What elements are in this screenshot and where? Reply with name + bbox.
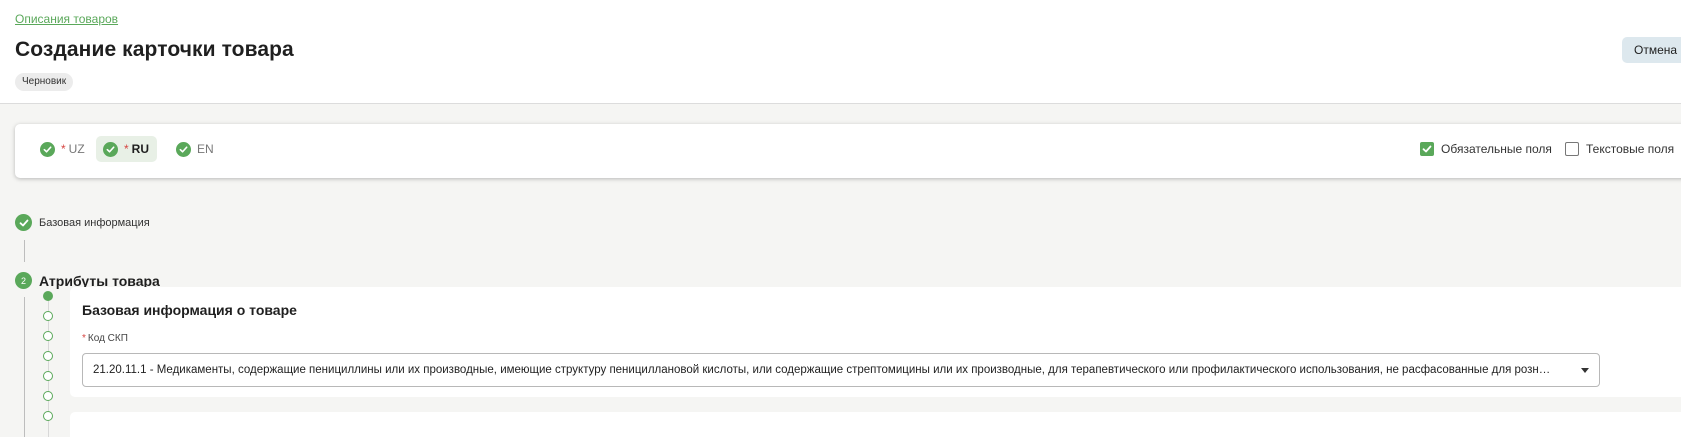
step-number: 2 xyxy=(15,272,32,289)
required-marker: * xyxy=(82,333,86,344)
step-label: Базовая информация xyxy=(39,216,150,229)
checkbox-checked-icon[interactable] xyxy=(1420,142,1434,156)
substep-dot[interactable] xyxy=(43,311,53,321)
step-basic-info[interactable]: Базовая информация xyxy=(15,214,150,231)
section-title: Базовая информация о товаре xyxy=(82,302,297,318)
substep-dot[interactable] xyxy=(43,391,53,401)
section-basic-product-info: Базовая информация о товаре * Код СКП 21.… xyxy=(70,287,1681,397)
tab-lang-en[interactable]: EN xyxy=(169,136,222,162)
field-label: * Код СКП xyxy=(82,333,128,344)
cancel-button[interactable]: Отмена xyxy=(1622,37,1681,63)
breadcrumb-link[interactable]: Описания товаров xyxy=(15,12,118,26)
page-title: Создание карточки товара xyxy=(15,38,294,61)
substep-dot[interactable] xyxy=(43,411,53,421)
tab-lang-label: RU xyxy=(131,142,150,156)
step-connector xyxy=(24,297,25,437)
substep-dot-active[interactable] xyxy=(43,291,53,301)
text-fields-toggle[interactable]: Текстовые поля xyxy=(1565,142,1674,156)
text-fields-label: Текстовые поля xyxy=(1586,142,1675,156)
status-badge: Черновик xyxy=(15,73,74,91)
field-label-text: Код СКП xyxy=(87,333,128,344)
substep-dot[interactable] xyxy=(43,351,53,361)
required-marker: * xyxy=(124,142,129,156)
check-circle-icon xyxy=(40,141,55,157)
tab-lang-label: UZ xyxy=(68,142,85,156)
step-connector xyxy=(24,240,25,262)
skp-code-select[interactable]: 21.20.11.1 - Медикаменты, содержащие пен… xyxy=(82,353,1600,387)
language-bar: * UZ * RU EN Обязательные поля Текстовые… xyxy=(15,124,1681,178)
tab-lang-ru[interactable]: * RU xyxy=(96,136,158,162)
substep-dot[interactable] xyxy=(43,331,53,341)
substep-dot[interactable] xyxy=(43,371,53,381)
check-circle-icon xyxy=(15,214,32,231)
required-fields-label: Обязательные поля xyxy=(1441,142,1552,156)
check-circle-icon xyxy=(176,141,191,157)
tab-lang-label: EN xyxy=(197,142,214,156)
select-value: 21.20.11.1 - Медикаменты, содержащие пен… xyxy=(93,364,1553,376)
substep-nav xyxy=(43,291,55,431)
page-header: Описания товаров Создание карточки товар… xyxy=(0,0,1681,104)
chevron-down-icon[interactable] xyxy=(1581,368,1589,373)
required-marker: * xyxy=(61,142,66,156)
tab-lang-uz[interactable]: * UZ xyxy=(33,136,93,162)
checkbox-unchecked-icon[interactable] xyxy=(1565,142,1579,156)
check-circle-icon xyxy=(103,141,118,157)
required-fields-toggle[interactable]: Обязательные поля xyxy=(1420,142,1552,156)
next-section-card xyxy=(70,412,1681,437)
